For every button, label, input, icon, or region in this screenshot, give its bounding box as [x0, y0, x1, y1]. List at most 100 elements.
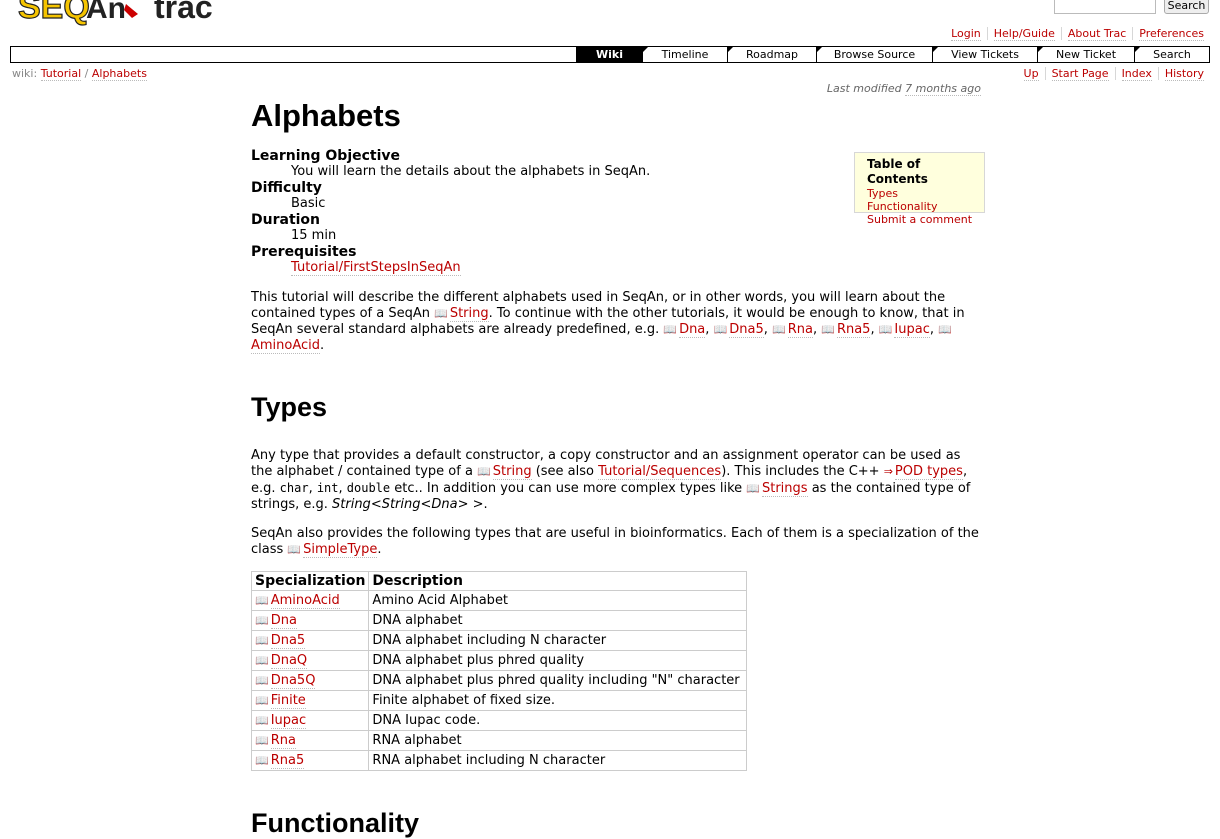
breadcrumb-separator: / [84, 67, 89, 80]
wiki-prefix: wiki: [12, 67, 38, 80]
tab-search[interactable]: Search [1134, 47, 1209, 62]
specialization-cell: 📖 Rna5 [250, 750, 370, 771]
tab-view-tickets[interactable]: View Tickets [932, 47, 1037, 62]
svg-text:SEQ: SEQ [18, 0, 90, 26]
start-page-link[interactable]: Start Page [1051, 67, 1109, 81]
index-link[interactable]: Index [1121, 67, 1152, 81]
book-icon: 📖 [255, 734, 269, 747]
up-link[interactable]: Up [1023, 67, 1039, 81]
meta-term: Difficulty [251, 180, 322, 196]
help-guide-link[interactable]: Help/Guide [993, 27, 1055, 41]
seqan-trac-logo[interactable]: SEQ An trac [14, 0, 234, 26]
book-icon: 📖 [434, 307, 448, 320]
specialization-link[interactable]: AminoAcid [270, 593, 340, 609]
login-link[interactable]: Login [951, 27, 981, 41]
description-cell: Finite alphabet of fixed size. [368, 690, 748, 711]
table-row: 📖 Dna DNA alphabet [250, 610, 748, 631]
specialization-cell: 📖 Iupac [250, 710, 370, 731]
meta-term: Learning Objective [251, 148, 401, 164]
breadcrumb-tutorial[interactable]: Tutorial [40, 67, 82, 81]
page-title: Alphabets [251, 98, 401, 133]
book-icon: 📖 [663, 323, 678, 336]
table-row: 📖 Rna RNA alphabet [250, 730, 748, 751]
book-icon: 📖 [255, 614, 269, 627]
wiki-content: Alphabets Learning Objective You will le… [250, 96, 981, 839]
prerequisite-link[interactable]: Tutorial/FirstStepsInSeqAn [291, 260, 461, 276]
breadcrumb-alphabets[interactable]: Alphabets [91, 67, 147, 81]
table-row: 📖 Dna5Q DNA alphabet plus phred quality in… [250, 670, 748, 691]
meta-navigation: Login Help/Guide About Trac Preferences [945, 27, 1210, 41]
table-row: 📖 Finite Finite alphabet of fixed size. [250, 690, 748, 711]
table-row: 📖 DnaQ DNA alphabet plus phred quality [250, 650, 748, 671]
types-paragraph: Any type that provides a default constru… [251, 448, 971, 512]
book-icon: 📖 [878, 323, 893, 336]
description-cell: DNA alphabet [368, 610, 748, 631]
description-cell: DNA alphabet plus phred quality [368, 650, 748, 671]
pod-types-link[interactable]: POD types [894, 464, 963, 480]
description-cell: RNA alphabet including N character [368, 750, 748, 771]
specialization-cell: 📖 AminoAcid [250, 590, 370, 611]
meta-desc: 15 min [291, 228, 337, 243]
last-modified: Last modified 7 months ago [826, 82, 981, 96]
intro-paragraph: This tutorial will describe the differen… [251, 290, 965, 354]
table-header-row: Specialization Description [250, 571, 748, 591]
tab-browse-source[interactable]: Browse Source [816, 47, 932, 62]
dna5-link[interactable]: Dna5 [729, 322, 764, 338]
strings-link[interactable]: Strings [761, 481, 808, 497]
book-icon: 📖 [772, 323, 786, 336]
string-link[interactable]: String [492, 464, 532, 480]
table-row: 📖 Rna5 RNA alphabet including N character [250, 750, 748, 771]
about-trac-link[interactable]: About Trac [1067, 27, 1127, 41]
specialization-link[interactable]: Dna5Q [270, 673, 316, 689]
tutorial-meta: Learning Objective You will learn the de… [251, 148, 981, 276]
book-icon: 📖 [821, 323, 835, 336]
specialization-cell: 📖 DnaQ [250, 650, 370, 671]
table-row: 📖 AminoAcid Amino Acid Alphabet [250, 590, 748, 611]
breadcrumb: wiki: Tutorial / Alphabets [12, 67, 147, 81]
last-modified-age-link[interactable]: 7 months ago [905, 82, 981, 96]
specialization-link[interactable]: Rna5 [270, 753, 305, 769]
tab-timeline[interactable]: Timeline [642, 47, 727, 62]
book-icon: 📖 [255, 654, 269, 667]
book-icon: 📖 [255, 754, 269, 767]
context-navigation: Up Start Page Index History [1018, 67, 1210, 81]
specialization-link[interactable]: Iupac [270, 713, 307, 729]
history-link[interactable]: History [1164, 67, 1204, 81]
rna5-link[interactable]: Rna5 [836, 322, 871, 338]
sequences-tutorial-link[interactable]: Tutorial/Sequences [598, 464, 722, 480]
description-cell: DNA alphabet plus phred quality includin… [368, 670, 748, 691]
specialization-link[interactable]: Dna [270, 613, 297, 629]
book-icon: 📖 [713, 323, 728, 336]
preferences-link[interactable]: Preferences [1139, 27, 1204, 41]
book-icon: 📖 [287, 543, 302, 556]
types-paragraph-2: SeqAn also provides the following types … [251, 526, 979, 558]
book-icon: 📖 [255, 694, 269, 707]
dna-link[interactable]: Dna [679, 322, 706, 338]
iupac-link[interactable]: Iupac [894, 322, 930, 338]
string-link[interactable]: String [449, 306, 489, 322]
book-icon: 📖 [477, 465, 491, 478]
specialization-link[interactable]: Finite [270, 693, 306, 709]
rna-link[interactable]: Rna [787, 322, 813, 338]
external-link-icon: ⇒ [883, 465, 893, 478]
types-heading: Types [251, 392, 328, 422]
meta-desc: Basic [291, 196, 326, 211]
specialization-cell: 📖 Dna5 [250, 630, 370, 651]
tab-wiki[interactable]: Wiki [576, 47, 642, 62]
search-button[interactable]: Search [1164, 0, 1209, 14]
specialization-link[interactable]: Rna [270, 733, 296, 749]
meta-term: Duration [251, 212, 321, 228]
specialization-link[interactable]: Dna5 [270, 633, 306, 649]
tab-roadmap[interactable]: Roadmap [727, 47, 816, 62]
book-icon: 📖 [255, 634, 269, 647]
tab-new-ticket[interactable]: New Ticket [1037, 47, 1134, 62]
search-input[interactable] [1054, 0, 1156, 14]
simpletype-link[interactable]: SimpleType [303, 542, 378, 558]
alphabet-table: Specialization Description 📖 AminoAcid Ami… [250, 571, 748, 771]
specialization-cell: 📖 Finite [250, 690, 370, 711]
book-icon: 📖 [255, 674, 269, 687]
specialization-link[interactable]: DnaQ [270, 653, 308, 669]
specialization-cell: 📖 Dna5Q [250, 670, 370, 691]
aminoacid-link[interactable]: AminoAcid [251, 338, 321, 354]
book-icon: 📖 [255, 594, 269, 607]
